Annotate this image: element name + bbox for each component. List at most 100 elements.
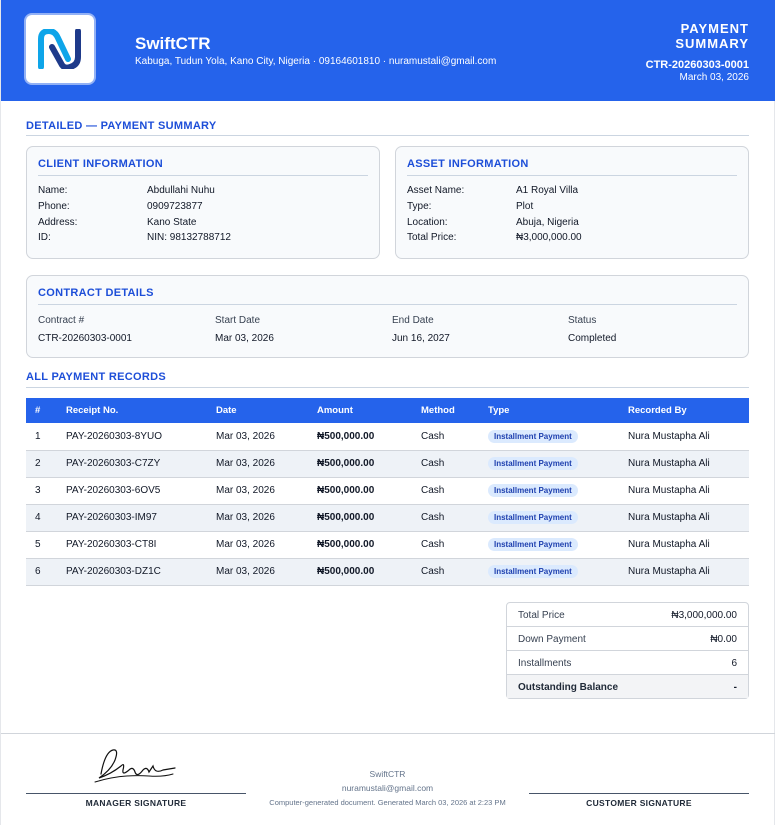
column-header-recorded-by: Recorded By xyxy=(628,398,749,423)
payment-records-title: ALL PAYMENT RECORDS xyxy=(26,371,166,383)
document-meta: PAYMENT SUMMARY CTR-20260303-0001 March … xyxy=(646,21,749,83)
payment-type-badge: Installment Payment xyxy=(488,538,578,551)
payment-type-cell: Installment Payment xyxy=(488,531,628,559)
column-header-number: # xyxy=(26,398,66,423)
payment-date: Mar 03, 2026 xyxy=(216,504,317,532)
asset-type-label: Type: xyxy=(407,201,432,212)
summary-total-price-label: Total Price xyxy=(518,610,565,621)
payment-amount: ₦500,000.00 xyxy=(317,450,421,478)
summary-down-payment-label: Down Payment xyxy=(518,634,586,645)
manager-signature-image xyxy=(94,749,176,783)
footer-divider xyxy=(1,733,775,734)
table-row: 5 PAY-20260303-CT8I Mar 03, 2026 ₦500,00… xyxy=(26,531,749,559)
client-name-value: Abdullahi Nuhu xyxy=(147,185,215,196)
payment-type-badge: Installment Payment xyxy=(488,484,578,497)
row-number: 1 xyxy=(26,423,66,451)
company-name: SwiftCTR xyxy=(135,34,211,53)
summary-down-payment-value: ₦0.00 xyxy=(710,634,737,645)
payment-type-cell: Installment Payment xyxy=(488,558,628,586)
card-divider xyxy=(38,304,737,305)
contract-number-label: Contract # xyxy=(38,315,85,326)
summary-outstanding-balance-label: Outstanding Balance xyxy=(518,682,619,693)
footer-email: nuramustali@gmail.com xyxy=(341,783,434,793)
contract-details-card: CONTRACT DETAILS Contract # CTR-20260303… xyxy=(26,275,749,358)
payment-method: Cash xyxy=(421,504,488,532)
asset-total-price-label: Total Price: xyxy=(407,232,457,243)
n-logo-icon xyxy=(38,29,81,69)
end-date-label: End Date xyxy=(392,315,434,326)
recorded-by: Nura Mustapha Ali xyxy=(628,558,749,586)
payment-date: Mar 03, 2026 xyxy=(216,423,317,451)
payment-type-cell: Installment Payment xyxy=(488,450,628,478)
summary-installments-row: Installments 6 xyxy=(507,651,748,675)
payment-date: Mar 03, 2026 xyxy=(216,477,317,505)
card-divider xyxy=(407,175,737,176)
contract-reference: CTR-20260303-0001 xyxy=(645,59,749,71)
client-id-label: ID: xyxy=(38,232,51,243)
payment-totals-summary: Total Price ₦3,000,000.00 Down Payment ₦… xyxy=(506,602,749,699)
receipt-number: PAY-20260303-CT8I xyxy=(66,531,216,559)
summary-outstanding-balance-value: - xyxy=(733,682,737,693)
document-header: SwiftCTR Kabuga, Tudun Yola, Kano City, … xyxy=(1,0,775,101)
recorded-by: Nura Mustapha Ali xyxy=(628,477,749,505)
payment-type-cell: Installment Payment xyxy=(488,477,628,505)
summary-outstanding-balance-row: Outstanding Balance - xyxy=(507,675,748,698)
recorded-by: Nura Mustapha Ali xyxy=(628,423,749,451)
asset-type-value: Plot xyxy=(516,201,534,212)
client-name-label: Name: xyxy=(38,185,68,196)
asset-name-label: Asset Name: xyxy=(407,185,465,196)
customer-signature-label: CUSTOMER SIGNATURE xyxy=(586,798,692,808)
receipt-number: PAY-20260303-DZ1C xyxy=(66,558,216,586)
asset-information-card: ASSET INFORMATION Asset Name: A1 Royal V… xyxy=(395,146,749,259)
summary-down-payment-row: Down Payment ₦0.00 xyxy=(507,627,748,651)
contract-number-value: CTR-20260303-0001 xyxy=(38,333,132,344)
status-value: Completed xyxy=(568,333,617,344)
row-number: 3 xyxy=(26,477,66,505)
column-header-method: Method xyxy=(421,398,488,423)
receipt-number: PAY-20260303-6OV5 xyxy=(66,477,216,505)
payment-amount: ₦500,000.00 xyxy=(317,423,421,451)
table-row: 6 PAY-20260303-DZ1C Mar 03, 2026 ₦500,00… xyxy=(26,558,749,586)
contract-number-field: Contract # CTR-20260303-0001 xyxy=(38,315,132,344)
summary-total-price-row: Total Price ₦3,000,000.00 xyxy=(507,603,748,627)
table-row: 4 PAY-20260303-IM97 Mar 03, 2026 ₦500,00… xyxy=(26,504,749,532)
contract-card-title: CONTRACT DETAILS xyxy=(38,287,154,299)
client-phone-value: 0909723877 xyxy=(147,201,203,212)
column-header-date: Date xyxy=(216,398,317,423)
start-date-label: Start Date xyxy=(215,315,261,326)
payment-type-cell: Installment Payment xyxy=(488,423,628,451)
client-address-value: Kano State xyxy=(147,217,197,228)
card-divider xyxy=(38,175,368,176)
section-divider xyxy=(26,387,749,388)
summary-installments-value: 6 xyxy=(731,658,737,669)
company-logo xyxy=(26,15,94,83)
column-header-receipt: Receipt No. xyxy=(66,398,216,423)
client-id-value: NIN: 98132788712 xyxy=(147,232,231,243)
receipt-number: PAY-20260303-8YUO xyxy=(66,423,216,451)
summary-installments-label: Installments xyxy=(518,658,572,669)
payment-amount: ₦500,000.00 xyxy=(317,504,421,532)
manager-signature-label: MANAGER SIGNATURE xyxy=(85,798,187,808)
section-divider xyxy=(26,135,749,136)
client-information-card: CLIENT INFORMATION Name: Abdullahi Nuhu … xyxy=(26,146,380,259)
receipt-number: PAY-20260303-IM97 xyxy=(66,504,216,532)
asset-location-label: Location: xyxy=(407,217,448,228)
payment-method: Cash xyxy=(421,531,488,559)
document-title: PAYMENT SUMMARY xyxy=(675,21,749,51)
client-address-label: Address: xyxy=(38,217,78,228)
payment-summary-page: SwiftCTR Kabuga, Tudun Yola, Kano City, … xyxy=(0,0,775,825)
start-date-field: Start Date Mar 03, 2026 xyxy=(215,315,274,344)
row-number: 4 xyxy=(26,504,66,532)
company-contact-line: Kabuga, Tudun Yola, Kano City, Nigeria ·… xyxy=(135,56,497,67)
payment-method: Cash xyxy=(421,450,488,478)
table-row: 3 PAY-20260303-6OV5 Mar 03, 2026 ₦500,00… xyxy=(26,477,749,505)
payment-amount: ₦500,000.00 xyxy=(317,477,421,505)
payment-type-cell: Installment Payment xyxy=(488,504,628,532)
recorded-by: Nura Mustapha Ali xyxy=(628,450,749,478)
payment-type-badge: Installment Payment xyxy=(488,565,578,578)
payment-amount: ₦500,000.00 xyxy=(317,531,421,559)
payment-date: Mar 03, 2026 xyxy=(216,531,317,559)
payment-date: Mar 03, 2026 xyxy=(216,558,317,586)
end-date-field: End Date Jun 16, 2027 xyxy=(392,315,450,344)
document-date: March 03, 2026 xyxy=(679,72,750,83)
